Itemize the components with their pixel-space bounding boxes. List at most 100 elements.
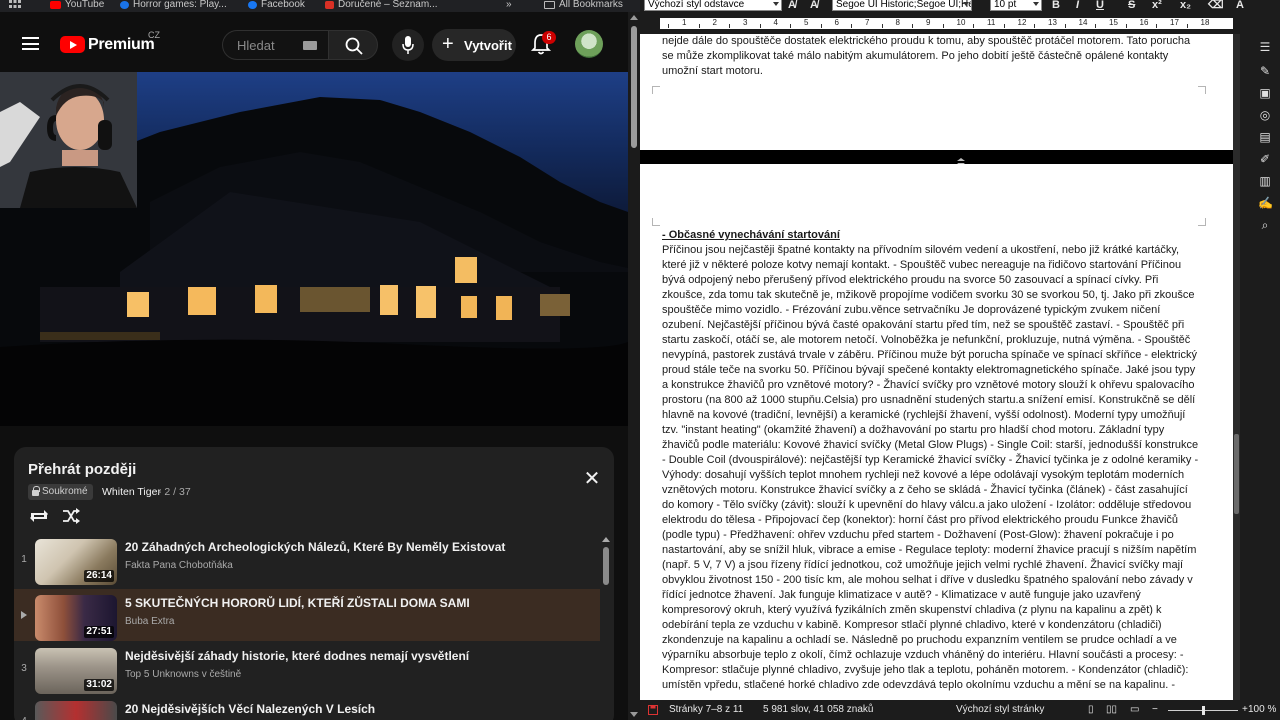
voice-search-button[interactable]	[392, 29, 424, 61]
zoom-level[interactable]: 100 %	[1248, 700, 1276, 720]
document-page-8[interactable]: - Občasné vynechávání startování Příčino…	[640, 164, 1233, 700]
styles-icon[interactable]: ✎	[1258, 64, 1272, 78]
streamer-figure	[0, 72, 137, 208]
scroll-down-arrow-icon[interactable]	[630, 712, 638, 717]
youtube-logo-icon[interactable]	[60, 36, 85, 53]
single-page-view-icon[interactable]: ▯	[1088, 700, 1094, 720]
scrollbar-thumb[interactable]	[603, 547, 609, 585]
clear-formatting-icon[interactable]: ⌫	[1208, 0, 1224, 11]
video-title[interactable]: Nejděsivější záhady historie, které dodn…	[125, 649, 595, 663]
scrollbar-thumb[interactable]	[1234, 434, 1239, 514]
playlist-item[interactable]: 4 20 Nejděsivějších Věcí Nalezených V Le…	[14, 695, 600, 720]
youtube-premium-wordmark[interactable]: Premium	[88, 36, 155, 54]
text-boundary-mark	[652, 86, 660, 94]
superscript-button[interactable]: x²	[1152, 0, 1162, 11]
video-thumbnail[interactable]: 27:51	[35, 595, 117, 641]
facebook-icon	[248, 1, 257, 9]
new-style-icon[interactable]: A̸	[810, 0, 818, 11]
document-page-7[interactable]: nejde dále do spouštěče dostatek elektri…	[640, 34, 1233, 150]
video-title[interactable]: 20 Záhadných Archeologických Nálezů, Kte…	[125, 540, 595, 554]
page-icon[interactable]: ▤	[1258, 130, 1272, 144]
video-player[interactable]	[0, 72, 628, 426]
bookmark-horror-games[interactable]: Horror games: Play...	[120, 0, 227, 10]
shuffle-icon[interactable]	[61, 507, 81, 525]
save-status-icon[interactable]	[648, 700, 658, 720]
video-title[interactable]: 5 SKUTEČNÝCH HORORŮ LIDÍ, KTEŘÍ ZŮSTALI …	[125, 596, 595, 610]
paragraph: nejde dále do spouštěče dostatek elektri…	[662, 35, 1191, 77]
loop-icon[interactable]	[29, 507, 49, 525]
horizontal-ruler[interactable]: 1 2 3 4 5 6 7 8 9 10 11 12 13 14 15 16 17 18	[640, 14, 1280, 34]
bold-button[interactable]: B	[1052, 0, 1060, 11]
bookmark-youtube[interactable]: YouTube	[50, 0, 104, 10]
video-thumbnail[interactable]: 26:14	[35, 539, 117, 585]
gallery-icon[interactable]: ▣	[1258, 86, 1272, 100]
page-8-text[interactable]: - Občasné vynechávání startování Příčino…	[662, 228, 1200, 693]
page-scrollbar[interactable]	[628, 12, 640, 720]
youtube-masthead: Premium CZ Hledat + Vytvořit 6	[0, 12, 628, 72]
page-gap-resize-icon[interactable]	[956, 153, 966, 166]
zoom-slider-handle[interactable]	[1202, 706, 1205, 715]
playlist-item[interactable]: 1 26:14 20 Záhadných Archeologických Nál…	[14, 533, 600, 586]
page-style-name[interactable]: Výchozí styl stránky	[956, 700, 1044, 720]
video-duration: 27:51	[84, 626, 114, 638]
channel-name[interactable]: Buba Extra	[125, 616, 174, 627]
channel-name[interactable]: Fakta Pana Chobotňáka	[125, 560, 233, 571]
page-7-text[interactable]: nejde dále do spouštěče dostatek elektri…	[662, 34, 1200, 79]
underline-button[interactable]: U	[1096, 0, 1104, 11]
ruler-tick	[1156, 24, 1157, 28]
zoom-in-icon[interactable]: +	[1242, 700, 1248, 720]
ruler-tick	[881, 24, 883, 28]
playlist-title[interactable]: Přehrát později	[28, 461, 136, 478]
bookmark-seznam[interactable]: Doručené – Seznam...	[325, 0, 438, 10]
playlist-item[interactable]: 3 31:02 Nejděsivější záhady historie, kt…	[14, 642, 600, 695]
subscript-button[interactable]: x₂	[1180, 0, 1191, 11]
scroll-up-arrow-icon[interactable]	[630, 15, 638, 20]
account-avatar[interactable]	[575, 30, 603, 58]
ruler-tick	[668, 24, 669, 28]
all-bookmarks-button[interactable]: All Bookmarks	[544, 0, 623, 10]
create-button[interactable]: + Vytvořit	[432, 29, 516, 61]
playlist-scrollbar[interactable]	[602, 537, 610, 720]
font-color-button[interactable]: A	[1236, 0, 1244, 11]
design-icon[interactable]: ✍	[1258, 196, 1273, 210]
playlist-owner[interactable]: Whiten Tiger	[102, 486, 161, 498]
apps-grid-icon[interactable]	[9, 0, 21, 9]
search-input[interactable]: Hledat	[222, 30, 328, 60]
ruler-number: 10	[956, 18, 966, 27]
style-inspector-icon[interactable]: ✐	[1258, 152, 1272, 166]
book-view-icon[interactable]: ▭	[1130, 700, 1139, 720]
document-scrollbar[interactable]	[1233, 34, 1240, 700]
close-icon[interactable]: ✕	[582, 469, 602, 489]
paragraph-style-select[interactable]: Výchozí styl odstavce	[644, 0, 782, 11]
ruler-tick	[759, 24, 761, 28]
scroll-up-arrow-icon[interactable]	[602, 537, 610, 542]
document-canvas[interactable]: nejde dále do spouštěče dostatek elektri…	[640, 34, 1240, 700]
video-thumbnail[interactable]	[35, 701, 117, 720]
update-style-icon[interactable]: A̸	[788, 0, 796, 11]
font-size-select[interactable]: 10 pt	[990, 0, 1042, 11]
scrollbar-thumb[interactable]	[631, 26, 637, 148]
properties-icon[interactable]: ☰	[1258, 40, 1272, 54]
now-playing-icon	[21, 611, 27, 619]
navigator-icon[interactable]: ◎	[1258, 108, 1272, 122]
multi-page-view-icon[interactable]: ▯▯	[1106, 700, 1117, 720]
word-count[interactable]: 5 981 slov, 41 058 znaků	[763, 700, 873, 720]
keyboard-icon[interactable]	[303, 41, 317, 50]
menu-icon[interactable]	[22, 37, 39, 50]
youtube-icon	[50, 1, 61, 9]
zoom-out-icon[interactable]: −	[1152, 700, 1158, 720]
find-icon[interactable]: ⌕	[1258, 218, 1272, 232]
italic-button[interactable]: I	[1076, 0, 1079, 11]
ruler-tick	[729, 24, 730, 28]
video-thumbnail[interactable]: 31:02	[35, 648, 117, 694]
playlist-item-now-playing[interactable]: 27:51 5 SKUTEČNÝCH HORORŮ LIDÍ, KTEŘÍ ZŮ…	[14, 589, 600, 641]
font-name-select[interactable]: Segoe UI Historic;Segoe UI;Hel	[832, 0, 972, 11]
manage-changes-icon[interactable]: ▥	[1258, 174, 1272, 188]
page-count[interactable]: Stránky 7–8 z 11	[669, 700, 743, 720]
bookmarks-overflow-button[interactable]: »	[506, 0, 512, 10]
strikethrough-button[interactable]: S	[1128, 0, 1135, 11]
channel-name[interactable]: Top 5 Unknowns v češtině	[125, 669, 241, 680]
video-title[interactable]: 20 Nejděsivějších Věcí Nalezených V Lesí…	[125, 702, 595, 716]
search-button[interactable]	[328, 30, 378, 60]
bookmark-facebook[interactable]: Facebook	[248, 0, 305, 10]
